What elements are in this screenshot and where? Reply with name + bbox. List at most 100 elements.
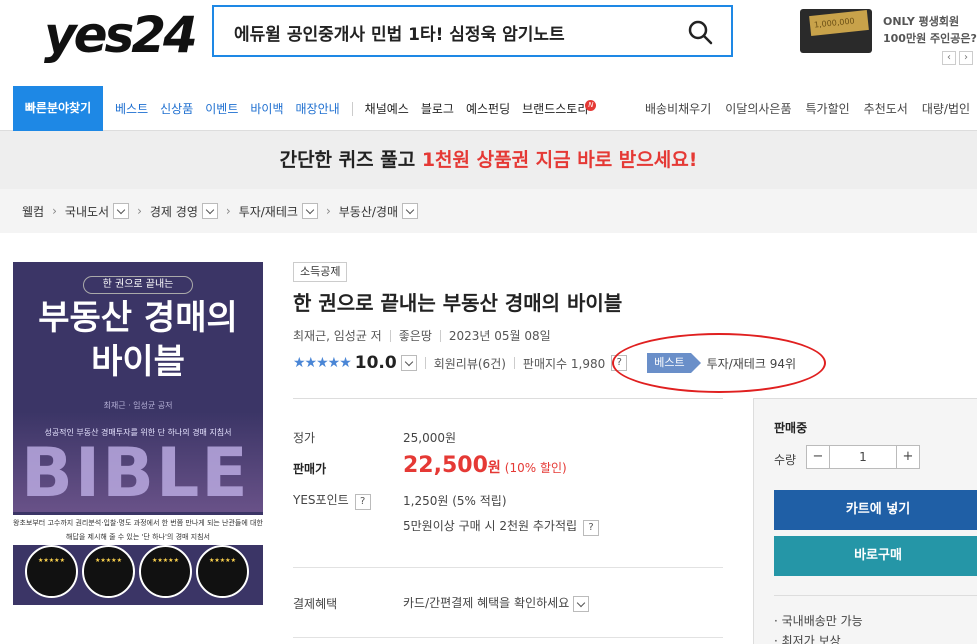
nav-bulk[interactable]: 대량/법인 [922, 100, 970, 117]
breadcrumb-domestic[interactable]: 국내도서 [65, 203, 109, 220]
chevron-right-icon: › [52, 204, 57, 218]
price-area: 정가 25,000원 판매가 22,500원 (10% 할인) YES포인트? 1… [293, 398, 723, 638]
search-box[interactable]: 에듀윌 공인중개사 민법 1타! 심정욱 암기노트 [212, 5, 733, 57]
sales-index: 판매지수 1,980 [522, 356, 606, 371]
nav-new[interactable]: 신상품 [160, 100, 193, 117]
nav-brand-story[interactable]: 브랜드스토리N [522, 100, 597, 117]
ad-text[interactable]: ONLY 평생회원 100만원 주인공은? [883, 13, 977, 47]
ad-prev-icon[interactable]: ‹ [942, 51, 956, 65]
cover-reviews: ★★★★★ ★★★★★ ★★★★★ ★★★★★ [25, 545, 249, 598]
rating-divider [424, 357, 426, 369]
ad-line1: ONLY 평생회원 [883, 15, 960, 28]
add-to-cart-button[interactable]: 카트에 넣기 [774, 490, 977, 530]
product-title: 한 권으로 끝내는 부동산 경매의 바이블 [293, 291, 623, 315]
help-icon[interactable]: ? [583, 520, 600, 536]
extra-points: 5만원이상 구매 시 2천원 추가적립 [403, 519, 578, 533]
help-icon[interactable]: ? [354, 494, 371, 510]
cover-bible: BIBLE [21, 434, 250, 513]
nav-special-discount[interactable]: 특가할인 [806, 100, 850, 117]
quantity-minus-button[interactable]: − [806, 445, 830, 469]
extra-points-row: 5만원이상 구매 시 2천원 추가적립? [403, 517, 600, 536]
purchase-box: 판매중 수량 − 1 + 카트에 넣기 바로구매 · 국내배송만 가능 · 최저… [753, 398, 977, 644]
sale-status: 판매중 [774, 421, 808, 435]
price-divider [293, 637, 723, 638]
rating-divider [513, 357, 515, 369]
breadcrumb: 웰컴 › 국내도서 › 경제 경영 › 투자/재테크 › 부동산/경매 [0, 189, 977, 233]
search-icon[interactable] [687, 19, 713, 45]
list-price-value: 25,000원 [403, 431, 457, 445]
benefit-value: 카드/간편결제 혜택을 확인하세요 [403, 596, 570, 610]
review-link[interactable]: 회원리뷰(6건) [434, 355, 506, 372]
benefit-row[interactable]: 카드/간편결제 혜택을 확인하세요 [403, 594, 590, 612]
yes24-logo[interactable]: yes24 [44, 6, 198, 64]
quantity-plus-button[interactable]: + [896, 445, 920, 469]
meta-divider [439, 329, 441, 342]
lowest-price-info: · 최저가 보상 [774, 634, 841, 644]
cover-publisher-strip [13, 605, 263, 618]
nav-blog[interactable]: 블로그 [421, 100, 454, 117]
product-meta: 최재근, 임성균 저 좋은땅 2023년 05월 08일 [293, 327, 551, 344]
breadcrumb-investment[interactable]: 투자/재테크 [239, 203, 298, 220]
buy-now-button[interactable]: 바로구매 [774, 536, 977, 576]
nav-store[interactable]: 매장안내 [296, 100, 340, 117]
main-nav: 빠른분야찾기 베스트 신상품 이벤트 바이백 매장안내 채널예스 블로그 예스펀… [0, 86, 977, 131]
product-publisher[interactable]: 좋은땅 [399, 327, 432, 344]
list-price-label: 정가 [293, 431, 316, 445]
quantity-input[interactable]: 1 [830, 445, 896, 469]
quick-category-button[interactable]: 빠른분야찾기 [13, 86, 103, 131]
chevron-down-icon[interactable] [400, 355, 417, 371]
rating-stars-icon: ★★★★★ [293, 355, 352, 371]
points-value: 1,250원 (5% 적립) [403, 494, 507, 508]
nav-best[interactable]: 베스트 [115, 100, 148, 117]
points-label: YES포인트 [293, 493, 349, 507]
cover-subtitle: 한 권으로 끝내는 [83, 276, 193, 294]
cover-review-circle: ★★★★★ [196, 545, 249, 598]
sale-price-unit: 원 [487, 460, 501, 476]
ad-card: 1,000,000 [809, 10, 869, 36]
price-divider [293, 567, 723, 568]
nav-items: 베스트 신상품 이벤트 바이백 매장안내 채널예스 블로그 예스펀딩 브랜드스토… [115, 86, 608, 131]
ad-line2: 100만원 주인공은? [883, 32, 977, 45]
nav-divider [351, 101, 353, 116]
product-authors[interactable]: 최재근, 임성균 저 [293, 327, 382, 344]
chevron-down-icon[interactable] [301, 203, 318, 219]
new-badge: N [585, 100, 597, 111]
cover-review-circle: ★★★★★ [25, 545, 78, 598]
quantity-label: 수량 [774, 453, 797, 467]
nav-buyback[interactable]: 바이백 [250, 100, 283, 117]
cover-title-line2: 바이블 [91, 342, 185, 382]
sale-price: 22,500원 (10% 할인) [403, 453, 567, 478]
chevron-down-icon[interactable] [573, 595, 590, 612]
search-input[interactable]: 에듀윌 공인중개사 민법 1타! 심정욱 암기노트 [234, 20, 565, 45]
cover-title: 부동산 경매의 바이블 [13, 296, 263, 384]
banner-highlight: 1천원 상품권 지금 바로 받으세요! [421, 149, 698, 171]
nav-shipping-fill[interactable]: 배송비채우기 [645, 100, 711, 117]
nav-funding[interactable]: 예스펀딩 [466, 100, 510, 117]
nav-recommend[interactable]: 추천도서 [864, 100, 908, 117]
quiz-banner[interactable]: 간단한 퀴즈 풀고 1천원 상품권 지금 바로 받으세요! [0, 131, 977, 189]
chevron-right-icon: › [137, 204, 142, 218]
cover-authors: 최재근 · 임성균 공저 [103, 401, 173, 410]
breadcrumb-home[interactable]: 웰컴 [22, 203, 44, 220]
nav-event[interactable]: 이벤트 [205, 100, 238, 117]
chevron-down-icon[interactable] [113, 203, 130, 219]
chevron-right-icon: › [325, 204, 331, 218]
nav-brand-story-label: 브랜드스토리 [522, 102, 589, 116]
cover-review-circle: ★★★★★ [139, 545, 192, 598]
banner-text: 간단한 퀴즈 풀고 [279, 149, 422, 171]
ad-next-icon[interactable]: › [959, 51, 973, 65]
points-label-row: YES포인트? [293, 491, 371, 510]
breadcrumb-realestate[interactable]: 부동산/경매 [339, 203, 398, 220]
nav-right: 배송비채우기 이달의사은품 특가할인 추천도서 대량/법인 [645, 86, 977, 131]
ad-wallet-image[interactable]: 1,000,000 [800, 9, 872, 53]
book-cover[interactable]: 한 권으로 끝내는 부동산 경매의 바이블 최재근 · 임성균 공저 성공적인 … [13, 262, 263, 618]
breadcrumb-economy[interactable]: 경제 경영 [150, 203, 198, 220]
nav-channel[interactable]: 채널예스 [365, 100, 409, 117]
chevron-down-icon[interactable] [402, 203, 418, 219]
rating-score: 10.0 [354, 353, 397, 373]
sale-price-value: 22,500 [403, 453, 488, 478]
nav-gift[interactable]: 이달의사은품 [725, 100, 791, 117]
cover-description: 왕초보부터 고수까지 권리분석·입찰·명도 과정에서 한 번쯤 만나게 되는 난… [13, 515, 263, 545]
chevron-down-icon[interactable] [201, 203, 218, 219]
annotation-circle [612, 333, 826, 393]
